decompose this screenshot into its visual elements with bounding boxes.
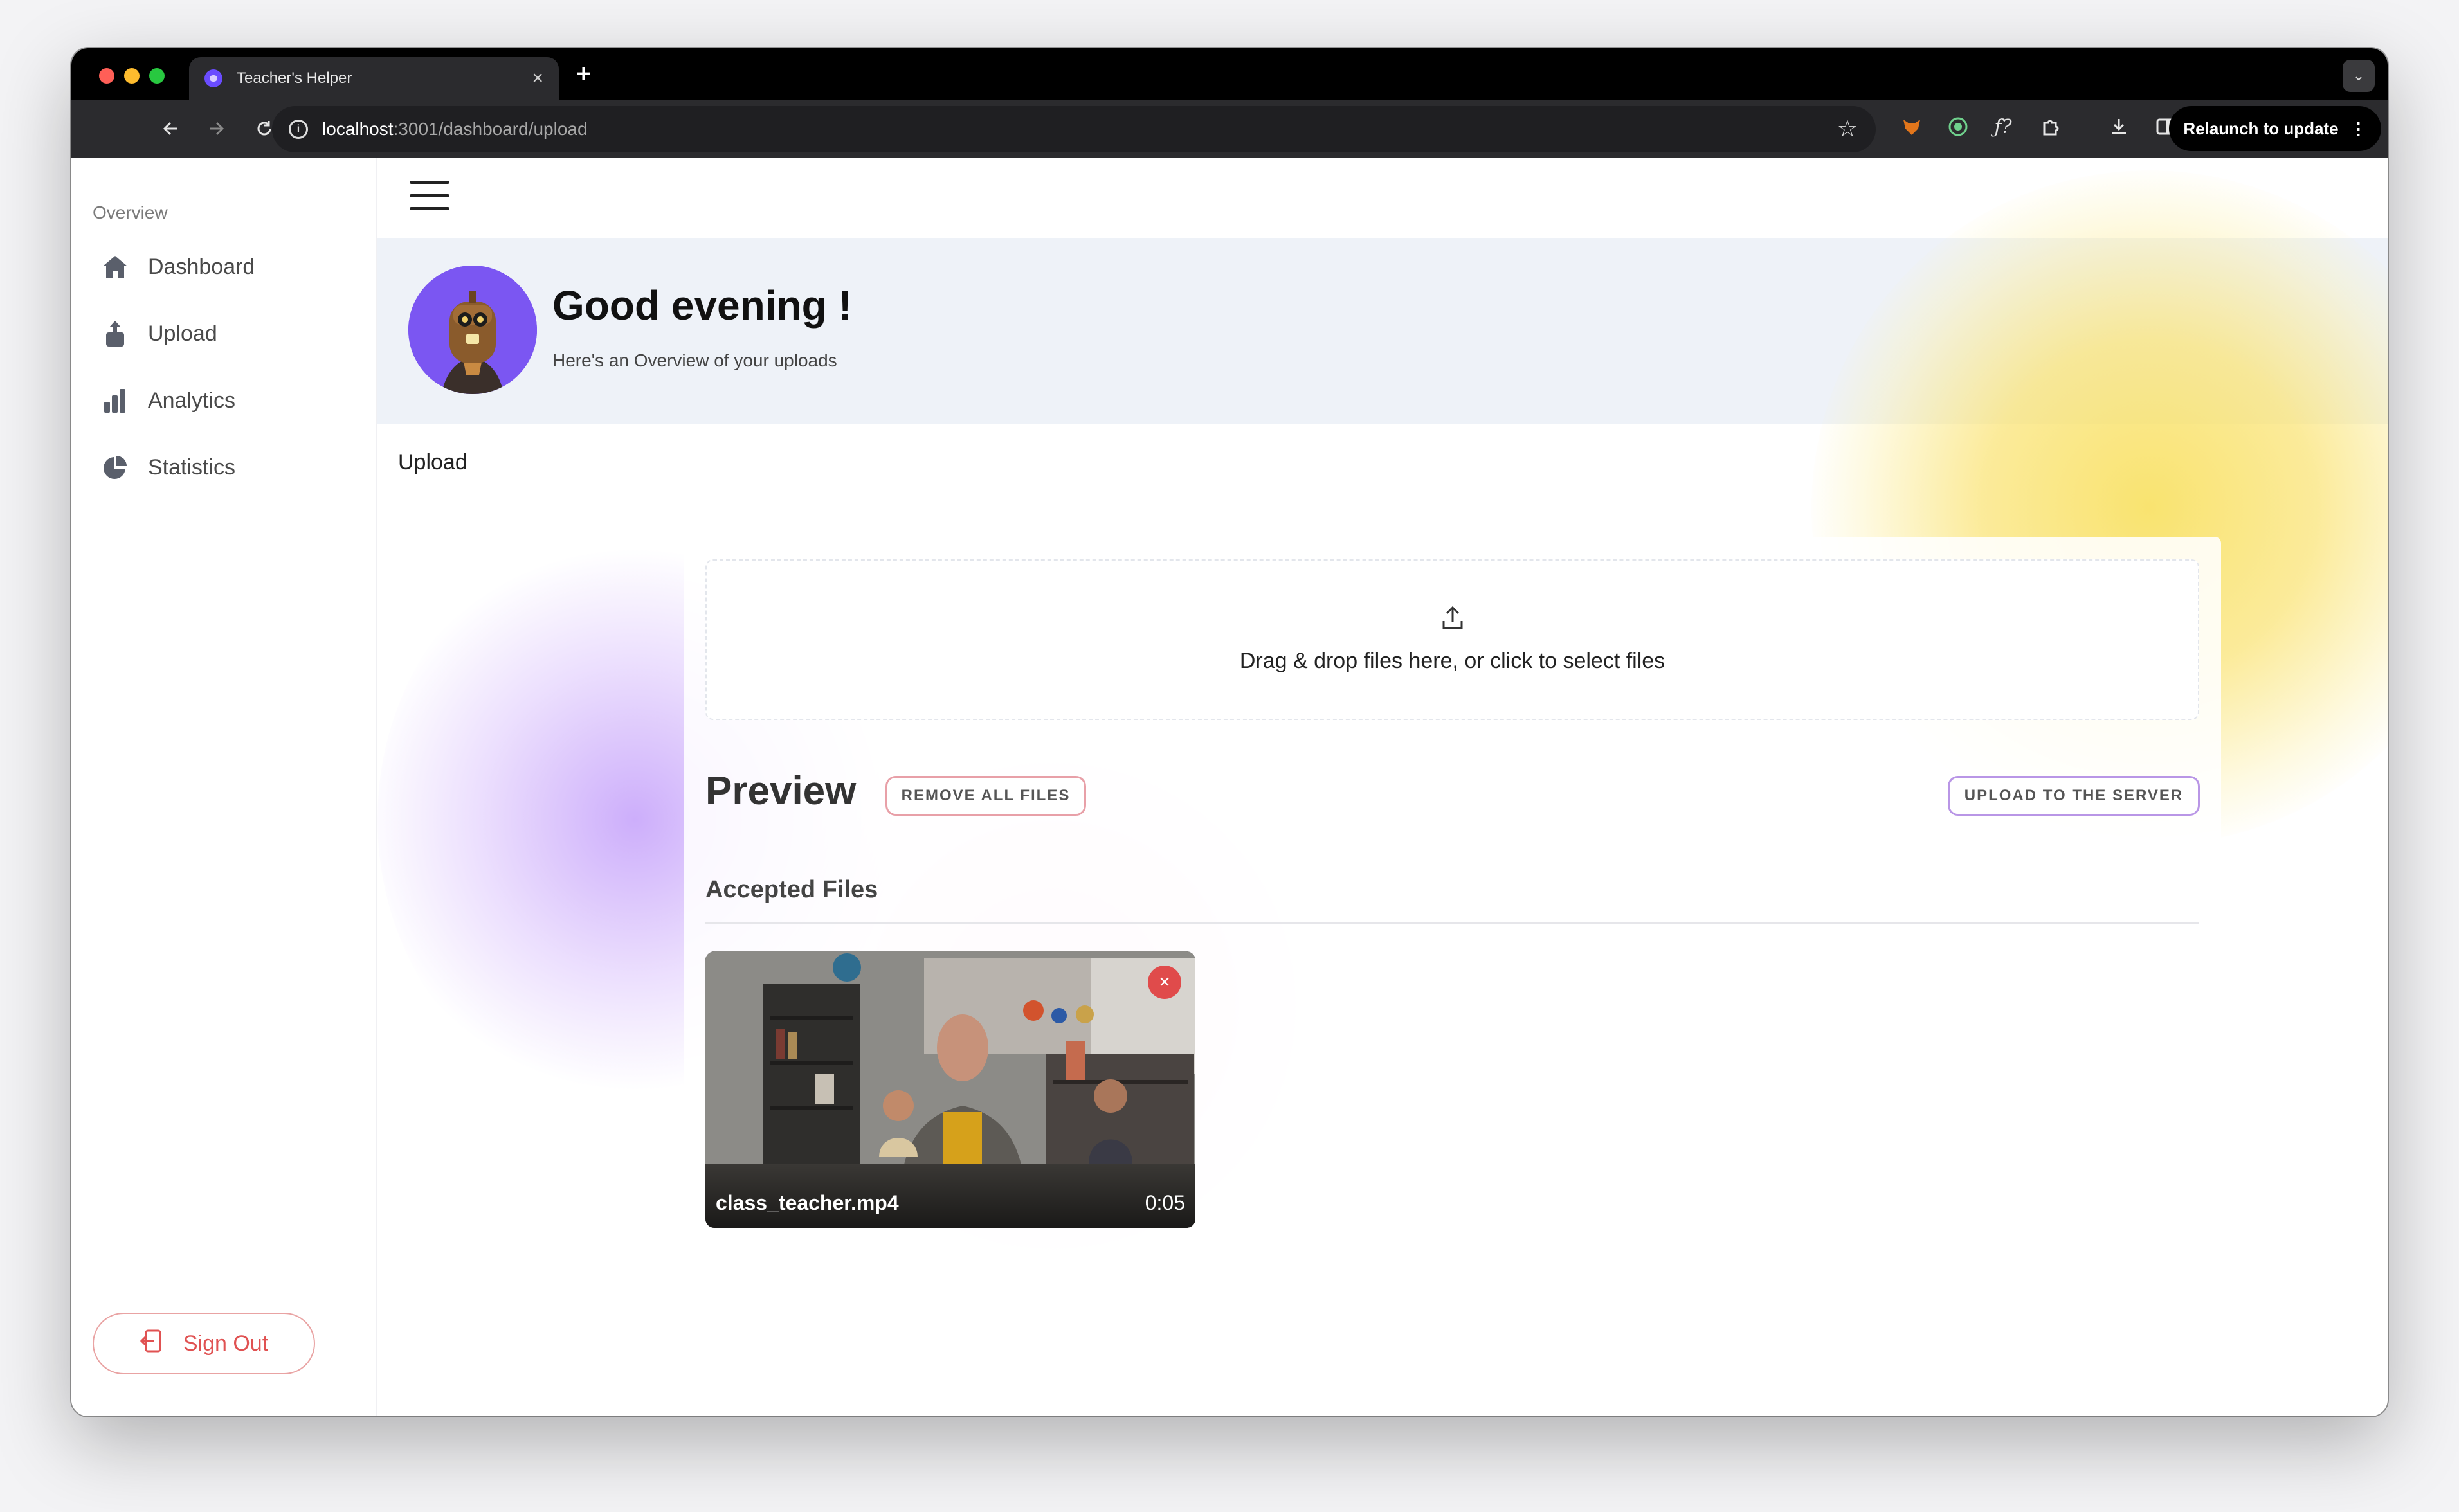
- relaunch-label: Relaunch to update: [2183, 118, 2339, 138]
- url-host: localhost: [322, 119, 394, 139]
- sidebar-item-label: Upload: [148, 321, 217, 346]
- preview-title: Preview: [705, 769, 857, 813]
- sidebar-section-label: Overview: [93, 203, 168, 222]
- greeting-title: Good evening !: [552, 282, 852, 328]
- home-icon: [100, 252, 130, 282]
- menu-toggle-icon[interactable]: [410, 181, 449, 210]
- remove-file-icon[interactable]: ×: [1148, 966, 1181, 999]
- address-bar[interactable]: i localhost:3001/dashboard/upload ☆: [272, 106, 1876, 152]
- app-container: Overview Dashboard Upload Analytics Stat…: [71, 158, 2388, 1416]
- bookmark-star-icon[interactable]: ☆: [1837, 115, 1858, 142]
- bar-chart-icon: [100, 386, 130, 415]
- tab-search-button[interactable]: ⌄: [2343, 60, 2375, 92]
- tab-close-icon[interactable]: ×: [532, 68, 543, 89]
- video-thumbnail: [705, 951, 1195, 1228]
- relaunch-button[interactable]: Relaunch to update ⋮: [2169, 106, 2381, 151]
- favicon-icon: [204, 69, 222, 87]
- target-extension-icon[interactable]: [1944, 113, 1972, 141]
- back-button[interactable]: [155, 113, 187, 145]
- file-dropzone[interactable]: Drag & drop files here, or click to sele…: [705, 559, 2199, 720]
- new-tab-button[interactable]: +: [576, 60, 591, 89]
- avatar: [408, 266, 537, 394]
- sign-out-icon: [140, 1328, 165, 1360]
- sidebar-item-upload[interactable]: Upload: [100, 314, 217, 353]
- tab-bar: Teacher's Helper × + ⌄: [71, 48, 2388, 100]
- function-extension-icon[interactable]: ƒ?: [1989, 113, 2017, 141]
- close-window-button[interactable]: [99, 68, 114, 84]
- forward-button[interactable]: [200, 113, 232, 145]
- sidebar-item-label: Analytics: [148, 388, 236, 413]
- sign-out-button[interactable]: Sign Out: [93, 1313, 315, 1374]
- main-content: Good evening ! Here's an Overview of you…: [377, 158, 2388, 1416]
- sidebar-item-statistics[interactable]: Statistics: [100, 448, 235, 487]
- fox-extension-icon[interactable]: [1898, 113, 1926, 141]
- maximize-window-button[interactable]: [149, 68, 165, 84]
- upload-panel: Drag & drop files here, or click to sele…: [684, 537, 2221, 1379]
- download-icon[interactable]: [2105, 113, 2133, 141]
- accepted-files-title: Accepted Files: [705, 876, 878, 903]
- tab-title: Teacher's Helper: [237, 69, 352, 87]
- site-info-icon[interactable]: i: [289, 120, 308, 139]
- upload-arrow-icon: [1442, 606, 1464, 634]
- sign-out-label: Sign Out: [183, 1331, 269, 1356]
- url-path: :3001/dashboard/upload: [393, 119, 588, 139]
- upload-to-server-button[interactable]: UPLOAD TO THE SERVER: [1948, 776, 2200, 816]
- sidebar: Overview Dashboard Upload Analytics Stat…: [71, 158, 377, 1416]
- sidebar-item-label: Statistics: [148, 455, 236, 480]
- sidebar-item-dashboard[interactable]: Dashboard: [100, 248, 255, 286]
- sidebar-item-label: Dashboard: [148, 254, 255, 279]
- puzzle-extensions-icon[interactable]: [2037, 113, 2065, 141]
- video-duration: 0:05: [1145, 1191, 1185, 1214]
- more-menu-icon[interactable]: ⋮: [2350, 119, 2367, 139]
- arrow-right-icon: [210, 122, 224, 136]
- minimize-window-button[interactable]: [124, 68, 140, 84]
- upload-icon: [100, 319, 130, 348]
- desktop-backdrop: Teacher's Helper × + ⌄ i localhost:3001/…: [0, 0, 2459, 1512]
- remove-all-files-button[interactable]: REMOVE ALL FILES: [885, 776, 1086, 816]
- pie-chart-icon: [100, 453, 130, 482]
- page-title: Upload: [398, 450, 467, 474]
- video-file-card[interactable]: × class_teacher.mp4 0:05: [705, 951, 1195, 1228]
- sidebar-item-analytics[interactable]: Analytics: [100, 381, 235, 420]
- dropzone-text: Drag & drop files here, or click to sele…: [1239, 649, 1665, 673]
- greeting-subtitle: Here's an Overview of your uploads: [552, 350, 837, 370]
- browser-window: Teacher's Helper × + ⌄ i localhost:3001/…: [71, 48, 2388, 1416]
- file-name: class_teacher.mp4: [716, 1191, 899, 1214]
- arrow-left-icon: [163, 122, 177, 136]
- browser-tab[interactable]: Teacher's Helper ×: [189, 57, 559, 100]
- divider: [705, 923, 2199, 924]
